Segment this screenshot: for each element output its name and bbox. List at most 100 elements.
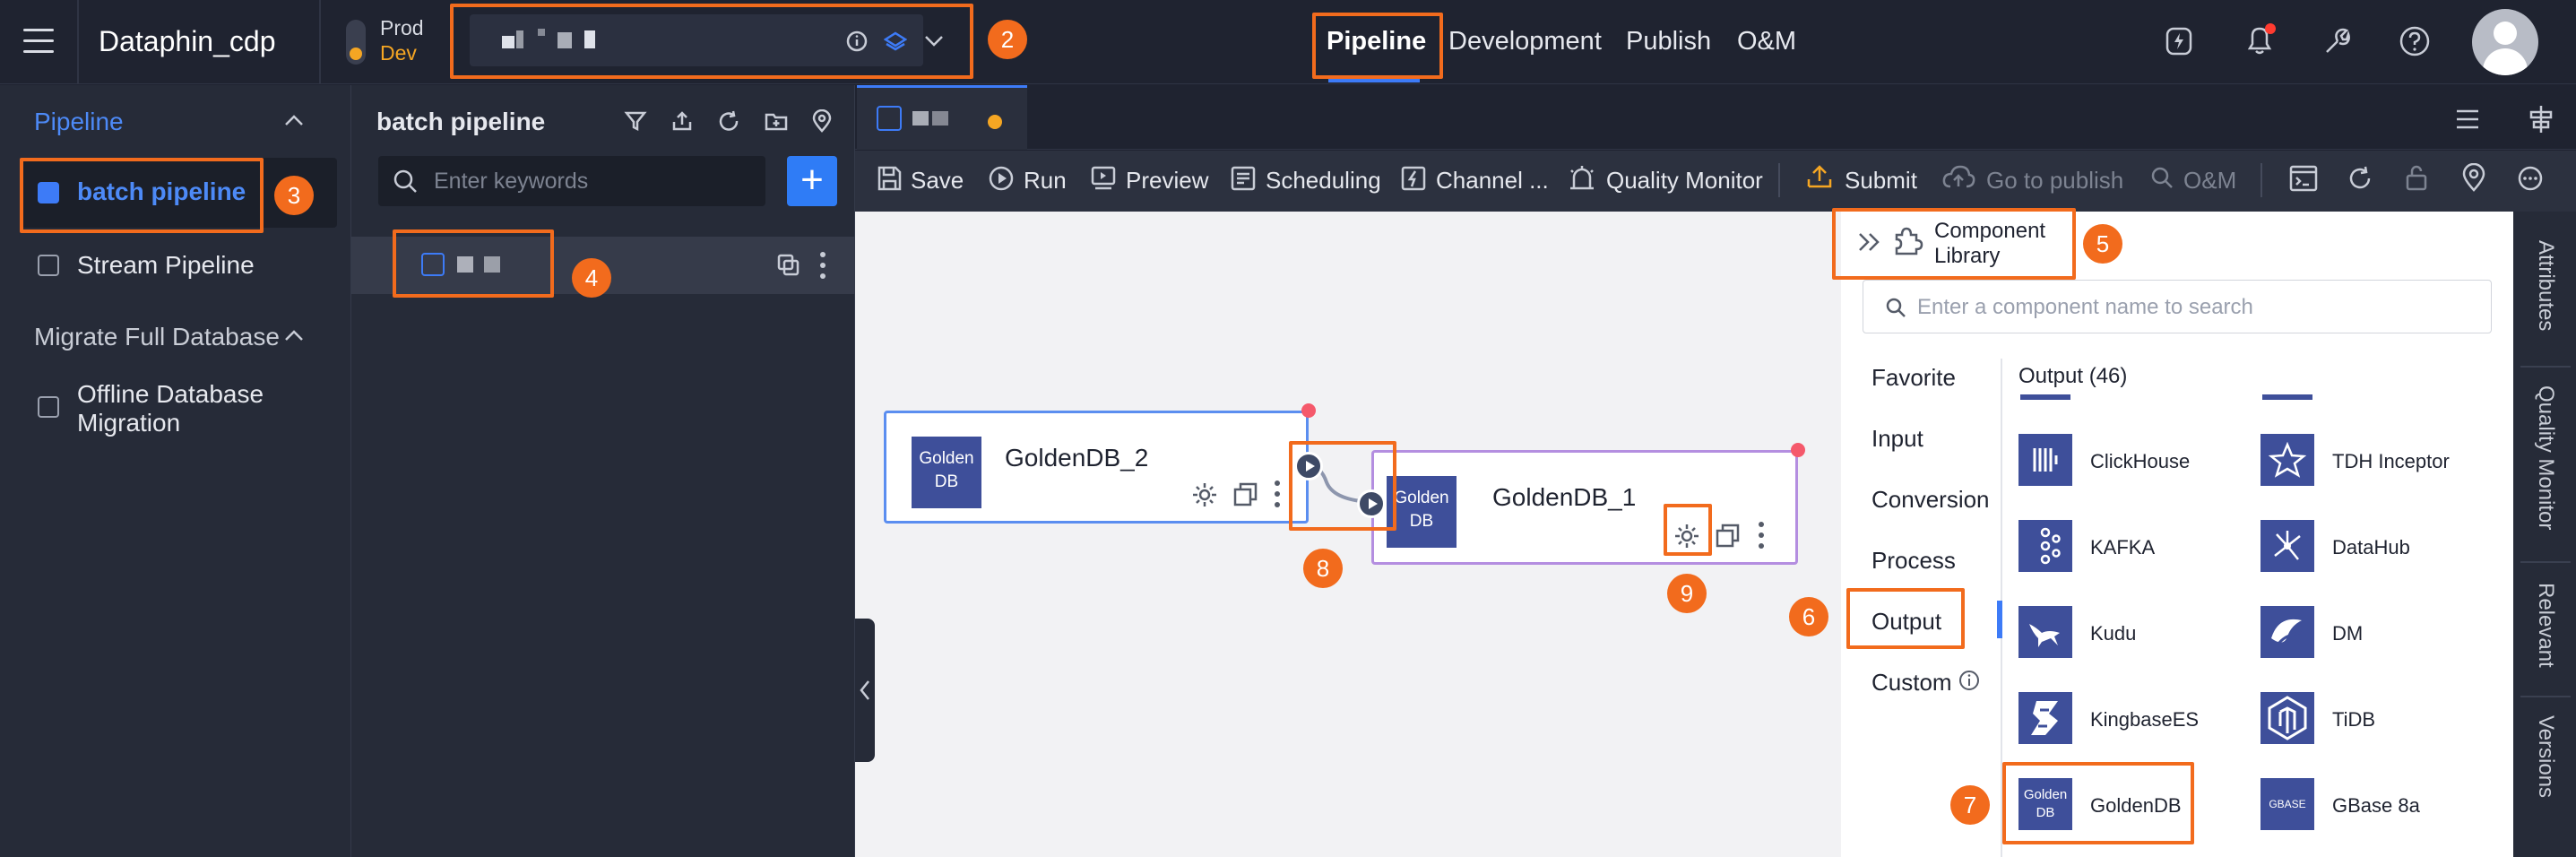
om-button[interactable]: O&M xyxy=(2183,167,2236,195)
category-custom[interactable]: Custom xyxy=(1871,669,1952,697)
add-button[interactable]: + xyxy=(787,156,837,206)
location-icon[interactable] xyxy=(810,109,834,133)
list-icon[interactable] xyxy=(2454,108,2481,131)
scheduling-icon xyxy=(1231,166,1256,191)
copy-icon[interactable] xyxy=(1715,523,1742,550)
component-clickhouse[interactable]: ClickHouse xyxy=(2090,450,2190,473)
search-icon xyxy=(1886,298,1906,317)
sidebar-item-offline-migration[interactable]: Offline Database Migration xyxy=(77,380,310,437)
filter-icon[interactable] xyxy=(624,109,647,133)
category-favorite[interactable]: Favorite xyxy=(1871,364,1956,392)
copy-icon[interactable] xyxy=(776,253,801,278)
settings-gear-icon[interactable] xyxy=(1191,481,1218,508)
dm-icon xyxy=(2260,606,2314,658)
upload-icon[interactable] xyxy=(670,109,694,133)
notification-bell-icon[interactable] xyxy=(2243,22,2277,57)
component-search-input[interactable]: Enter a component name to search xyxy=(1863,280,2492,333)
save-icon xyxy=(877,166,902,191)
menu-icon[interactable] xyxy=(23,29,54,54)
tidb-icon xyxy=(2260,692,2314,744)
more-vertical-icon[interactable] xyxy=(819,251,826,280)
terminal-icon[interactable] xyxy=(2289,165,2318,192)
layout-icon[interactable] xyxy=(2526,104,2556,134)
sidebar-item-stream-pipeline[interactable]: Stream Pipeline xyxy=(77,251,255,280)
cloud-upload-icon xyxy=(1942,165,1975,188)
env-toggle[interactable] xyxy=(346,20,366,65)
callout-box-3 xyxy=(20,158,264,233)
info-icon[interactable] xyxy=(1958,669,1981,692)
category-process[interactable]: Process xyxy=(1871,547,1956,575)
more-vertical-icon[interactable] xyxy=(1758,521,1765,550)
location-icon[interactable] xyxy=(2461,163,2486,192)
lock-icon[interactable] xyxy=(2404,163,2429,192)
component-tdh-inceptor[interactable]: TDH Inceptor xyxy=(2332,450,2450,473)
component-datahub[interactable]: DataHub xyxy=(2332,536,2410,559)
node-status-dot xyxy=(1301,403,1316,418)
rail-tab-relevant[interactable]: Relevant xyxy=(2533,583,2558,668)
callout-badge-4: 4 xyxy=(572,258,611,298)
rail-tab-versions[interactable]: Versions xyxy=(2533,715,2558,798)
callout-badge-2: 2 xyxy=(988,20,1027,59)
category-input[interactable]: Input xyxy=(1871,425,1923,453)
quality-monitor-icon xyxy=(1570,166,1594,190)
callout-box-2 xyxy=(450,4,973,79)
more-icon[interactable] xyxy=(2517,165,2544,192)
component-dm[interactable]: DM xyxy=(2332,622,2363,645)
nav-publish[interactable]: Publish xyxy=(1626,27,1711,56)
search-icon xyxy=(393,169,417,193)
more-vertical-icon[interactable] xyxy=(1274,480,1281,508)
chevron-left-icon xyxy=(860,680,869,700)
category-conversion[interactable]: Conversion xyxy=(1871,486,1990,514)
chevron-up-icon[interactable] xyxy=(283,113,305,127)
new-folder-icon[interactable] xyxy=(764,109,789,133)
submit-button[interactable]: Submit xyxy=(1845,167,1917,195)
sidebar-section-migrate[interactable]: Migrate Full Database xyxy=(34,323,280,351)
component-kafka[interactable]: KAFKA xyxy=(2090,536,2155,559)
refresh-icon[interactable] xyxy=(2347,165,2373,192)
run-button[interactable]: Run xyxy=(1024,167,1067,195)
pipeline-node-goldendb-2[interactable]: Golden DB GoldenDB_2 xyxy=(884,411,1309,524)
env-prod-label[interactable]: Prod xyxy=(380,16,424,40)
divider xyxy=(319,0,321,84)
preview-button[interactable]: Preview xyxy=(1126,167,1208,195)
sidebar-section-pipeline[interactable]: Pipeline xyxy=(34,108,124,136)
component-gbase[interactable]: GBase 8a xyxy=(2332,794,2420,818)
nav-active-indicator xyxy=(1328,79,1420,82)
channel-button[interactable]: Channel ... xyxy=(1436,167,1549,195)
callout-box-5 xyxy=(1832,208,2076,280)
kudu-icon xyxy=(2018,606,2072,658)
bolt-icon[interactable] xyxy=(2164,25,2194,57)
quality-monitor-button[interactable]: Quality Monitor xyxy=(1606,167,1763,195)
component-kudu[interactable]: Kudu xyxy=(2090,622,2136,645)
nav-development[interactable]: Development xyxy=(1448,27,1602,56)
gbase-icon: GBASE xyxy=(2260,778,2314,830)
stream-pipeline-icon xyxy=(38,255,59,276)
rail-tab-quality-monitor[interactable]: Quality Monitor xyxy=(2533,385,2558,530)
channel-icon xyxy=(1401,166,1426,191)
tree-search-input[interactable]: Enter keywords xyxy=(378,156,765,206)
pipeline-node-goldendb-1[interactable]: Golden DB GoldenDB_1 xyxy=(1371,450,1798,565)
rail-tab-attributes[interactable]: Attributes xyxy=(2533,240,2558,331)
env-dev-label[interactable]: Dev xyxy=(380,41,417,65)
submit-icon xyxy=(1807,165,1832,188)
goldendb-icon: Golden DB xyxy=(912,437,981,508)
copy-icon[interactable] xyxy=(1232,481,1259,508)
wrench-icon[interactable] xyxy=(2320,25,2352,57)
go-to-publish-button[interactable]: Go to publish xyxy=(1986,167,2123,195)
category-active-indicator xyxy=(1997,601,2002,638)
help-icon[interactable] xyxy=(2399,25,2431,57)
nav-om[interactable]: O&M xyxy=(1737,27,1796,56)
editor-tab[interactable] xyxy=(857,85,1027,150)
collapse-handle[interactable] xyxy=(855,619,875,762)
component-kingbase[interactable]: KingbaseES xyxy=(2090,708,2199,731)
callout-badge-6: 6 xyxy=(1789,597,1828,636)
callout-box-8 xyxy=(1289,441,1396,531)
scheduling-button[interactable]: Scheduling xyxy=(1266,167,1381,195)
refresh-icon[interactable] xyxy=(717,109,740,133)
save-button[interactable]: Save xyxy=(911,167,964,195)
callout-badge-9: 9 xyxy=(1667,574,1707,613)
chevron-up-icon[interactable] xyxy=(283,328,305,342)
avatar[interactable] xyxy=(2472,9,2538,75)
node-status-dot xyxy=(1791,443,1805,457)
component-tidb[interactable]: TiDB xyxy=(2332,708,2375,731)
